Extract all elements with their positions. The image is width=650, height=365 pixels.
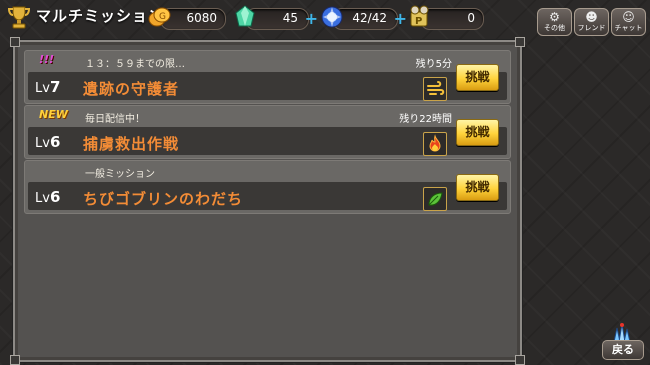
time-remaining: 残り5分 <box>415 59 452 70</box>
points-icon: P <box>410 5 429 27</box>
chat-icon: ☺ <box>622 10 635 24</box>
panel-corner-ornament <box>515 37 525 47</box>
chat-button[interactable]: ☺ チャット <box>611 8 646 36</box>
panel-corner-ornament <box>10 37 20 47</box>
mission-name: 遺跡の守護者 <box>83 80 180 98</box>
gold-value: 6080 <box>186 11 217 25</box>
gem-icon <box>235 5 255 27</box>
trophy-icon <box>7 6 31 29</box>
mission-level: Lv6 <box>35 188 61 206</box>
friend-button[interactable]: ☻ フレンド <box>574 8 609 36</box>
chat-button-label: チャット <box>614 24 643 32</box>
gem-counter: 45 + <box>235 5 318 30</box>
top-bar: マルチミッション G 6080 45 + 42/42 + P 0 ⚙ その他 ☻… <box>0 0 650 36</box>
mission-subtitle: 毎日配信中！ <box>85 114 145 125</box>
stamina-value: 42/42 <box>352 11 387 25</box>
wind-element-icon <box>423 77 447 101</box>
gear-icon: ⚙ <box>549 10 560 24</box>
add-gems-button[interactable]: + <box>305 10 318 28</box>
mission-row[interactable]: NEW 毎日配信中！ 残り22時間 Lv6 捕虜救出作戦 挑戦 <box>24 105 511 159</box>
svg-text:P: P <box>415 16 422 27</box>
mission-level: Lv7 <box>35 78 61 96</box>
add-stamina-button[interactable]: + <box>394 10 407 28</box>
new-badge: NEW <box>39 108 68 121</box>
gold-counter: G 6080 <box>148 7 226 30</box>
fire-icon <box>429 134 441 152</box>
fire-element-icon <box>423 132 447 156</box>
challenge-button[interactable]: 挑戦 <box>456 119 499 146</box>
back-button-label: 戻る <box>602 340 644 360</box>
other-button-label: その他 <box>544 24 565 32</box>
event-badge: !!! <box>39 53 55 66</box>
friend-button-label: フレンド <box>577 24 606 32</box>
stamina-counter: 42/42 + <box>321 6 407 30</box>
friend-icon: ☻ <box>585 10 598 24</box>
mission-row[interactable]: 一般ミッション Lv6 ちびゴブリンのわだち 挑戦 <box>24 160 511 214</box>
gem-value: 45 <box>282 11 298 25</box>
leaf-element-icon <box>423 187 447 211</box>
mission-list-panel: !!! １３：５９までの限… 残り5分 Lv7 遺跡の守護者 挑戦 NEW 毎日… <box>10 37 525 365</box>
mission-name: 捕虜救出作戦 <box>83 135 180 153</box>
time-remaining: 残り22時間 <box>399 114 452 125</box>
mission-subtitle: １３：５９までの限… <box>85 59 185 70</box>
panel-corner-ornament <box>10 355 20 365</box>
other-button[interactable]: ⚙ その他 <box>537 8 572 36</box>
stamina-orb-icon <box>321 6 343 28</box>
challenge-button[interactable]: 挑戦 <box>456 174 499 201</box>
challenge-button[interactable]: 挑戦 <box>456 64 499 91</box>
leaf-icon <box>428 192 443 206</box>
page-title: マルチミッション <box>36 7 165 25</box>
mission-name: ちびゴブリンのわだち <box>83 190 244 208</box>
back-button[interactable]: 戻る <box>600 322 644 360</box>
mission-subtitle: 一般ミッション <box>85 169 155 180</box>
svg-text:G: G <box>159 12 166 22</box>
points-counter: P 0 <box>410 5 484 30</box>
mission-row[interactable]: !!! １３：５９までの限… 残り5分 Lv7 遺跡の守護者 挑戦 <box>24 50 511 104</box>
gold-coin-icon: G <box>148 7 171 27</box>
points-value: 0 <box>467 11 475 25</box>
wind-icon <box>427 81 445 95</box>
panel-corner-ornament <box>515 355 525 365</box>
mission-level: Lv6 <box>35 133 61 151</box>
